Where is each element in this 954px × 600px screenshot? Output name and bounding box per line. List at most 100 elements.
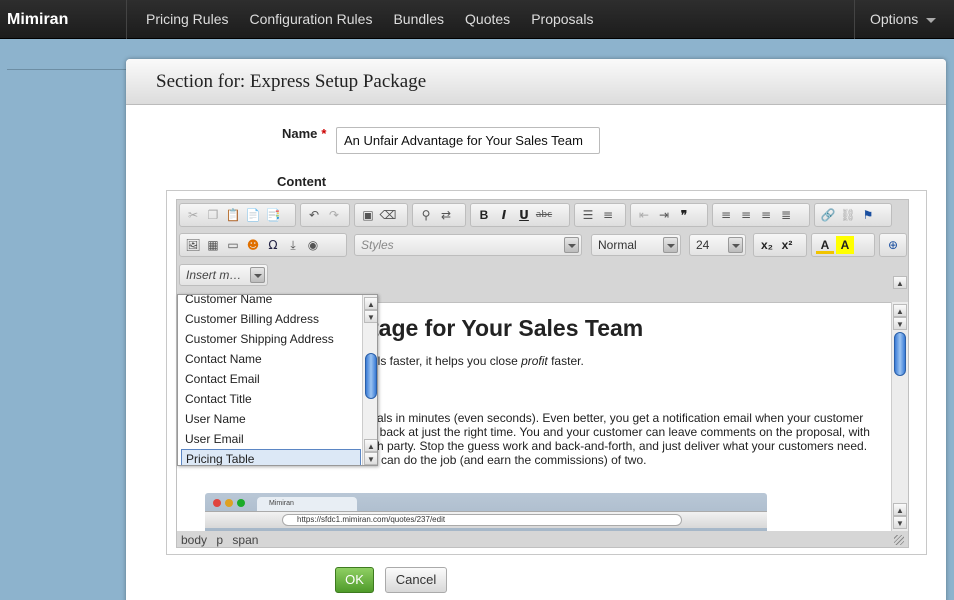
background-color-icon[interactable]: A [836,236,854,254]
list-item-selected[interactable]: Pricing Table [181,449,361,465]
document-heading: tage for Your Sales Team [371,315,644,341]
link-icon[interactable]: 🔗 [819,206,837,224]
scroll-down-icon[interactable]: ▼ [893,317,907,330]
cancel-button[interactable]: Cancel [385,567,447,593]
scrollbar-thumb[interactable] [365,353,377,399]
copy-icon[interactable]: ❐ [204,206,222,224]
paste-text-icon[interactable]: 📄 [244,206,262,224]
undo-icon[interactable]: ↶ [305,206,323,224]
page-break-icon[interactable]: ⤓ [284,236,302,254]
scroll-up-icon[interactable]: ▲ [893,304,907,317]
panel-header: Section for: Express Setup Package [126,59,946,105]
indent-icon[interactable]: ⇥ [655,206,673,224]
underline-icon[interactable]: U [515,206,533,224]
blockquote-icon[interactable]: ❞ [675,206,693,224]
list-item[interactable]: Customer Shipping Address [181,329,361,349]
nav-link-pricing-rules[interactable]: Pricing Rules [146,0,228,39]
strikethrough-icon[interactable]: abc [535,206,553,224]
zoom-dot-icon [237,499,245,507]
scroll-down-icon[interactable]: ▼ [893,516,907,529]
close-dot-icon [213,499,221,507]
paste-icon[interactable]: 📋 [224,206,242,224]
nav-link-bundles[interactable]: Bundles [393,0,444,39]
numbered-list-icon[interactable]: ☰ [579,206,597,224]
list-item[interactable]: Contact Title [181,389,361,409]
table-icon[interactable]: ▦ [204,236,222,254]
paste-word-icon[interactable]: 📑 [264,206,282,224]
scroll-up-icon[interactable]: ▲ [364,439,377,452]
ok-button[interactable]: OK [335,567,374,593]
bulleted-list-icon[interactable]: ≡ [599,206,617,224]
nav-link-proposals[interactable]: Proposals [531,0,593,39]
name-field[interactable]: An Unfair Advantage for Your Sales Team [336,127,600,154]
insert-merge-field-dropdown[interactable]: Insert m… [179,264,268,286]
scroll-up-icon[interactable]: ▲ [364,297,377,310]
smiley-icon[interactable]: ☻ [244,236,262,254]
required-marker: * [321,126,327,141]
scrollbar-thumb[interactable] [894,332,906,376]
script-group: x₂ x² [753,233,807,257]
unlink-icon[interactable]: ⛓ [839,206,857,224]
list-scrollbar[interactable]: ▲ ▼ ▲ ▼ [362,295,377,465]
align-justify-icon[interactable]: ≣ [777,206,795,224]
list-item[interactable]: Contact Name [181,349,361,369]
redo-icon[interactable]: ↷ [325,206,343,224]
rich-text-editor: ✂ ❐ 📋 📄 📑 ↶ ↷ ▣ ⌫ ⚲ ⇄ B I U abc ☰ ≡ ⇤ ⇥ … [166,190,927,555]
horizontal-rule-icon[interactable]: ▭ [224,236,242,254]
find-icon[interactable]: ⚲ [417,206,435,224]
eraser-icon[interactable]: ⌫ [379,206,397,224]
font-size-dropdown[interactable]: 24 [689,234,746,256]
toolbar-row-2: 🖼 ▦ ▭ ☻ Ω ⤓ ◉ Styles Normal 24 x₂ x² A A… [177,230,910,258]
align-center-icon[interactable]: ≡ [737,206,755,224]
scroll-down-icon[interactable]: ▼ [364,310,377,323]
page-title: Section for: Express Setup Package [156,71,427,92]
sidebar-divider [7,69,126,70]
list-item[interactable]: User Name [181,409,361,429]
path-p[interactable]: p [216,533,223,547]
anchor-flag-icon[interactable]: ⚑ [859,206,877,224]
align-left-icon[interactable]: ≡ [717,206,735,224]
nav-link-configuration-rules[interactable]: Configuration Rules [249,0,372,39]
editor-scrollbar[interactable]: ▲ ▼ ▲ ▼ [891,302,908,531]
find-group: ⚲ ⇄ [412,203,466,227]
styles-dropdown[interactable]: Styles [354,234,582,256]
list-item[interactable]: Contact Email [181,369,361,389]
options-menu[interactable]: Options [854,0,954,39]
brand-logo[interactable]: Mimiran [0,0,127,39]
section-panel: Section for: Express Setup Package Name *… [126,59,946,600]
align-right-icon[interactable]: ≡ [757,206,775,224]
list-item[interactable]: Customer Name [181,295,361,309]
image-icon[interactable]: 🖼 [184,236,202,254]
path-body[interactable]: body [181,533,207,547]
list-group: ☰ ≡ [574,203,626,227]
format-dropdown[interactable]: Normal [591,234,681,256]
chevron-down-icon [663,237,678,253]
list-item[interactable]: User Email [181,429,361,449]
scroll-down-icon[interactable]: ▼ [364,452,377,465]
name-label: Name * [282,126,326,141]
italic-icon[interactable]: I [495,206,513,224]
subscript-icon[interactable]: x₂ [758,236,776,254]
history-group: ↶ ↷ [300,203,350,227]
resize-grip-icon[interactable] [894,535,904,545]
iframe-icon[interactable]: ◉ [304,236,322,254]
list-item[interactable]: Customer Billing Address [181,309,361,329]
superscript-icon[interactable]: x² [778,236,796,254]
merge-field-list: Customer Name Customer Billing Address C… [177,294,378,466]
chevron-down-icon [564,237,579,253]
text-color-icon[interactable]: A [816,236,834,254]
special-char-icon[interactable]: Ω [264,236,282,254]
insert-placeholder: Insert m… [186,268,242,282]
nav-link-quotes[interactable]: Quotes [465,0,510,39]
scroll-up-icon[interactable]: ▲ [893,503,907,516]
path-span[interactable]: span [232,533,258,547]
cut-icon[interactable]: ✂ [184,206,202,224]
bold-icon[interactable]: B [475,206,493,224]
replace-icon[interactable]: ⇄ [437,206,455,224]
maximize-icon[interactable]: ⊕ [884,236,902,254]
collapse-toolbar-icon[interactable]: ▲ [893,276,907,289]
select-all-icon[interactable]: ▣ [359,206,377,224]
minimize-dot-icon [225,499,233,507]
top-navbar: Mimiran Pricing Rules Configuration Rule… [0,0,954,39]
outdent-icon[interactable]: ⇤ [635,206,653,224]
